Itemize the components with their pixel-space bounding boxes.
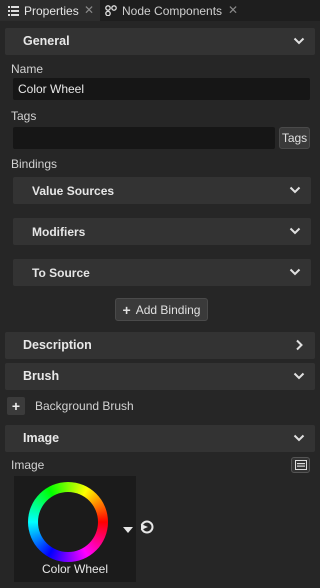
add-brush-button[interactable]: + — [7, 397, 25, 415]
name-label: Name — [11, 62, 44, 76]
subsection-modifiers[interactable]: Modifiers — [13, 218, 311, 245]
tab-label: Properties — [24, 3, 79, 18]
chevron-down-icon — [293, 37, 305, 45]
reset-icon — [139, 520, 154, 534]
tab-properties[interactable]: Properties ✕ — [0, 0, 100, 21]
section-title: General — [23, 34, 70, 48]
plus-icon: + — [122, 301, 131, 318]
section-general[interactable]: General — [5, 28, 315, 55]
image-thumbnail[interactable]: Color Wheel — [14, 476, 136, 582]
section-description[interactable]: Description — [5, 332, 315, 359]
image-dropdown-arrow[interactable] — [123, 522, 133, 536]
add-binding-button[interactable]: + Add Binding — [115, 298, 208, 321]
section-title: Brush — [23, 369, 60, 383]
subsection-to-source[interactable]: To Source — [13, 259, 311, 286]
add-binding-label: Add Binding — [135, 302, 201, 317]
subsection-title: Value Sources — [32, 184, 115, 198]
caret-down-icon — [123, 527, 133, 533]
subsection-value-sources[interactable]: Value Sources — [13, 177, 311, 204]
tab-label: Node Components — [122, 3, 223, 18]
close-icon[interactable]: ✕ — [228, 3, 238, 17]
list-icon — [8, 5, 19, 16]
chevron-right-icon — [296, 339, 303, 351]
tags-button[interactable]: Tags — [279, 127, 310, 149]
chevron-down-icon — [293, 434, 305, 442]
chevron-down-icon — [293, 372, 305, 380]
tags-label: Tags — [11, 109, 37, 123]
section-title: Image — [23, 431, 60, 445]
tab-bar: Properties ✕ Node Components ✕ — [0, 0, 320, 21]
plus-icon: + — [11, 398, 21, 414]
section-image[interactable]: Image — [5, 425, 315, 452]
bindings-label: Bindings — [11, 157, 58, 171]
chevron-down-icon — [289, 186, 301, 194]
image-browser-icon — [294, 460, 307, 470]
image-browse-button[interactable] — [291, 457, 310, 473]
subsection-title: Modifiers — [32, 225, 86, 239]
background-brush-label: Background Brush — [35, 399, 134, 413]
name-field[interactable]: Color Wheel — [13, 78, 310, 100]
chevron-down-icon — [289, 227, 301, 235]
color-wheel-image — [28, 482, 108, 562]
tab-node-components[interactable]: Node Components ✕ — [100, 0, 245, 21]
image-label: Image — [11, 458, 45, 472]
section-brush[interactable]: Brush — [5, 363, 315, 390]
thumbnail-label: Color Wheel — [41, 562, 109, 576]
chevron-down-icon — [289, 268, 301, 276]
close-icon[interactable]: ✕ — [84, 3, 94, 17]
components-icon — [105, 5, 117, 16]
subsection-title: To Source — [32, 266, 90, 280]
reset-button[interactable] — [139, 519, 155, 538]
section-title: Description — [23, 338, 92, 352]
tags-field[interactable] — [13, 127, 275, 149]
